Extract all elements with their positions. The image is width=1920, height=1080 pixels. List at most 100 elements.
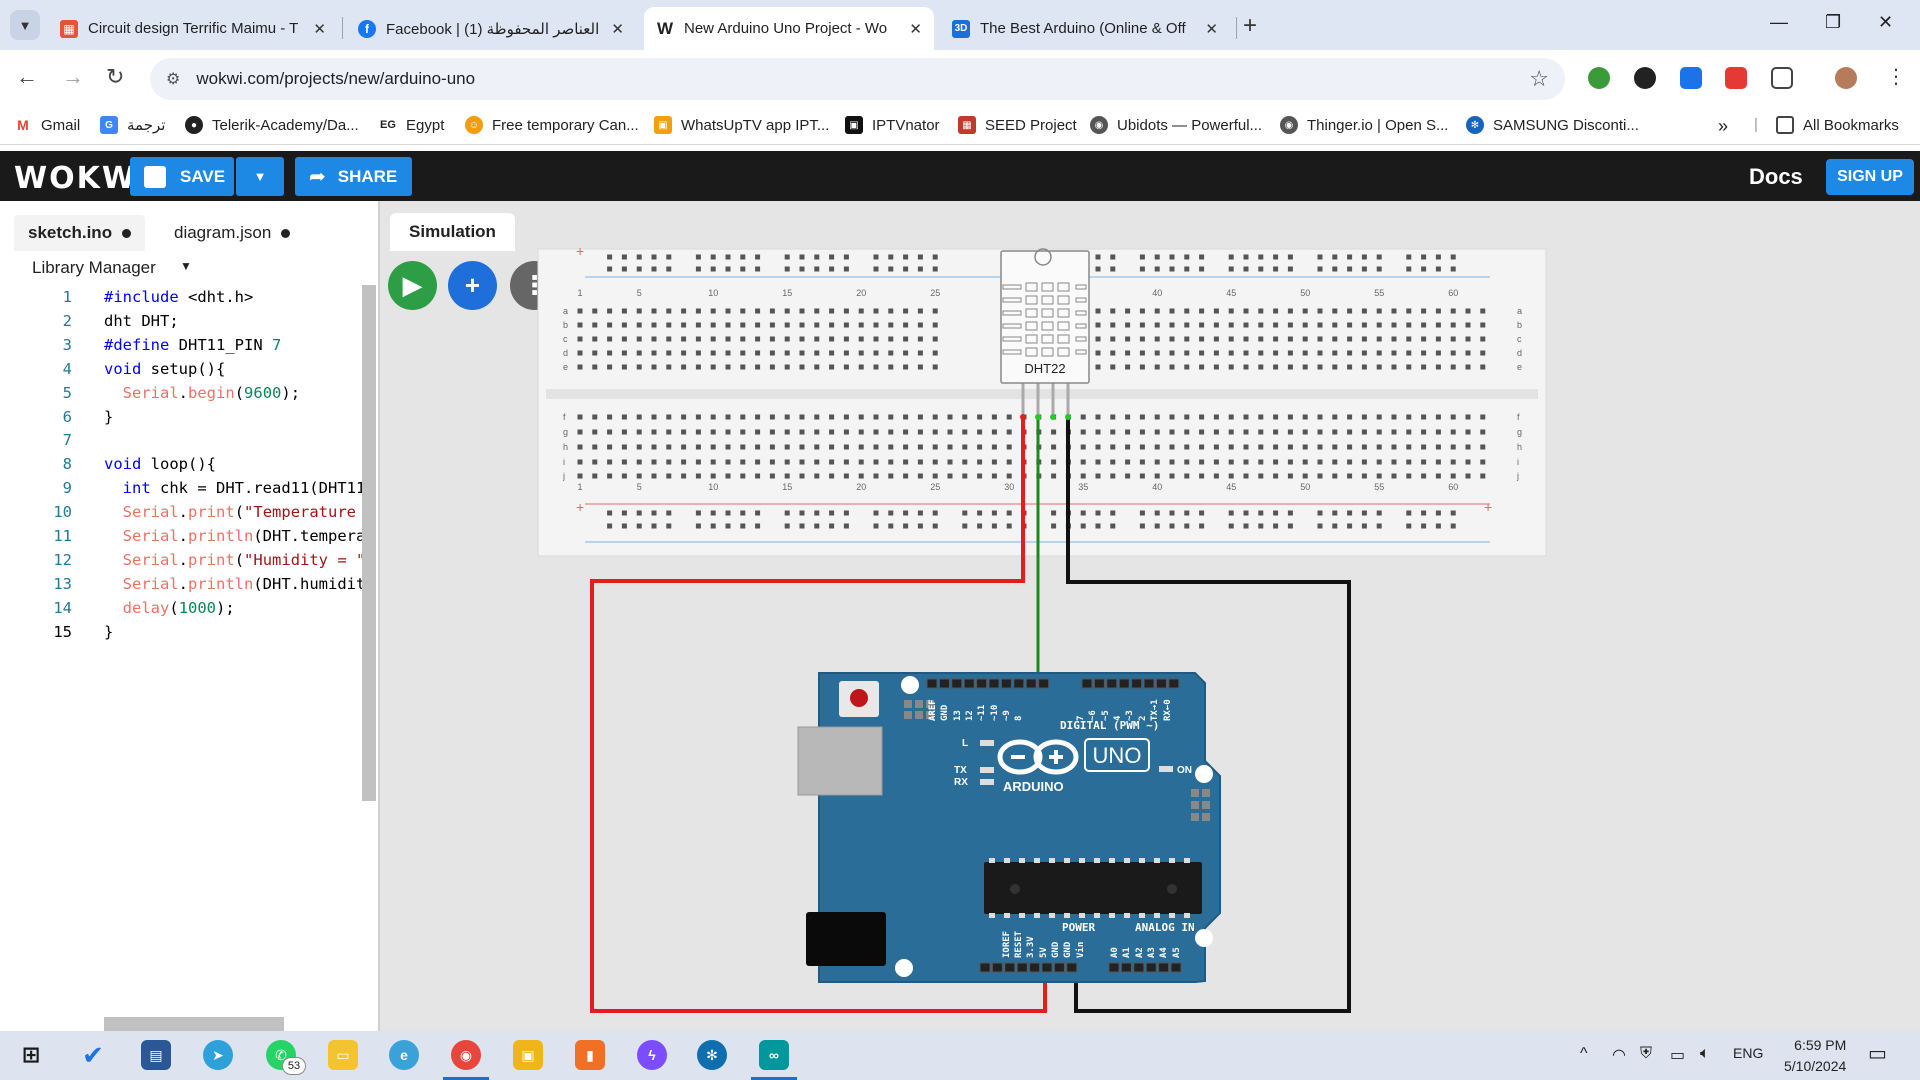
- tab-sketch-ino[interactable]: sketch.ino: [14, 215, 146, 251]
- bookmark-ubidots[interactable]: ◉ Ubidots — Powerful...: [1090, 116, 1262, 134]
- bookmark-iptvnator[interactable]: ▣ IPTVnator: [845, 116, 940, 134]
- code-line[interactable]: 5 Serial.begin(9600);: [0, 381, 378, 405]
- tab-diagram-json[interactable]: diagram.json: [160, 215, 304, 251]
- bookmark-star-icon[interactable]: ☆: [1529, 66, 1549, 92]
- code-line[interactable]: 14 delay(1000);: [0, 596, 378, 620]
- profile-avatar[interactable]: [1835, 67, 1857, 89]
- office-icon[interactable]: ▮: [575, 1040, 605, 1070]
- code-area[interactable]: 1 #include <dht.h> 2 dht DHT; 3 #define DHT11…: [0, 285, 378, 1031]
- caret-down-icon[interactable]: ▼: [180, 259, 192, 273]
- notifications-icon[interactable]: ▭: [1868, 1041, 1887, 1066]
- save-button[interactable]: SAVE: [130, 157, 234, 196]
- minimize-icon[interactable]: —: [1770, 12, 1788, 33]
- code-line[interactable]: 13 Serial.println(DHT.humidity: [0, 572, 378, 596]
- store-icon[interactable]: ▤: [141, 1040, 171, 1070]
- chrome-icon[interactable]: ◉: [451, 1040, 481, 1070]
- code-line[interactable]: 9 int chk = DHT.read11(DHT11_: [0, 476, 378, 500]
- bookmark-gmail[interactable]: M Gmail: [14, 116, 80, 134]
- breadboard-hole: [873, 322, 879, 328]
- breadboard-hole: [947, 444, 953, 450]
- edge-icon[interactable]: e: [389, 1040, 419, 1070]
- windows-start-icon[interactable]: ⊞: [16, 1040, 46, 1070]
- bookmark-seed[interactable]: ▦ SEED Project: [958, 116, 1077, 134]
- back-icon[interactable]: ←: [16, 64, 38, 90]
- browser-tab-facebook[interactable]: f Facebook | العناصر المحفوظة (1) ✕: [346, 7, 636, 50]
- extension-translate-icon[interactable]: [1680, 67, 1702, 89]
- extension-globe-icon[interactable]: [1588, 67, 1610, 89]
- bookmark-github[interactable]: ● Telerik-Academy/Da...: [185, 116, 359, 134]
- extensions-puzzle-icon[interactable]: [1771, 67, 1793, 89]
- docs-link[interactable]: Docs: [1749, 164, 1803, 190]
- code-line[interactable]: 4 void setup(){: [0, 357, 378, 381]
- clock[interactable]: 6:59 PM 5/10/2024: [1784, 1035, 1846, 1077]
- tray-chevron-icon[interactable]: ^: [1580, 1045, 1588, 1063]
- browser-tab-tinkercad[interactable]: ▦ Circuit design Terrific Maimu - T ✕: [48, 7, 338, 50]
- arduino-uno-board[interactable]: AREF GND 13 12 ~11 ~10 ~9 8 7 ~6 ~5 4 ~3 2 TX→1 RX←0 IO…: [797, 672, 1221, 983]
- reset-button[interactable]: [850, 689, 868, 707]
- circuit-canvas[interactable]: + + + 1155101015152020252530303535404045…: [380, 201, 1920, 1031]
- bookmark-thinger[interactable]: ◉ Thinger.io | Open S...: [1280, 116, 1448, 134]
- new-tab-button[interactable]: +: [1243, 12, 1257, 40]
- close-tab-icon[interactable]: ✕: [1205, 20, 1218, 38]
- close-tab-icon[interactable]: ✕: [909, 20, 922, 38]
- site-info-icon[interactable]: ⚙: [166, 69, 180, 89]
- code-line[interactable]: 6}: [0, 405, 378, 429]
- todo-check-icon[interactable]: ✔: [78, 1040, 108, 1070]
- extension-wordpress-icon[interactable]: [1634, 67, 1656, 89]
- tab-search-button[interactable]: ▼: [10, 10, 40, 40]
- file-explorer-icon[interactable]: ▭: [328, 1040, 358, 1070]
- address-bar[interactable]: ⚙ wokwi.com/projects/new/arduino-uno ☆: [150, 58, 1565, 100]
- rx-led: [980, 779, 994, 785]
- code-line[interactable]: 3 #define DHT11_PIN 7: [0, 333, 378, 357]
- code-line[interactable]: 11 Serial.println(DHT.temperat: [0, 524, 378, 548]
- icsp-pin: [915, 700, 923, 708]
- telegram-icon[interactable]: ➤: [203, 1040, 233, 1070]
- code-line[interactable]: 2 dht DHT;: [0, 309, 378, 333]
- wifi-icon[interactable]: ◠: [1612, 1045, 1626, 1065]
- bookmark-translate[interactable]: G ترجمة: [100, 116, 165, 134]
- settings-gear-icon[interactable]: ✻: [697, 1040, 727, 1070]
- browser-tab-wokwi[interactable]: W New Arduino Uno Project - Wo ✕: [644, 7, 934, 50]
- forward-icon[interactable]: →: [62, 64, 84, 90]
- horizontal-scrollbar[interactable]: [104, 1017, 284, 1031]
- vertical-scrollbar[interactable]: [362, 285, 376, 801]
- rail-hole: [1139, 266, 1145, 272]
- browser-tab-arduino-sim[interactable]: 3D The Best Arduino (Online & Off ✕: [940, 7, 1230, 50]
- code-line[interactable]: 10 Serial.print("Temperature =: [0, 500, 378, 524]
- browser-menu-icon[interactable]: ⋮: [1886, 64, 1906, 89]
- bookmark-whatsuptv[interactable]: ▣ WhatsUpTV app IPT...: [654, 116, 829, 134]
- restore-icon[interactable]: ❐: [1825, 12, 1841, 33]
- pin-label: ~11: [977, 705, 987, 721]
- rail-hole: [755, 510, 761, 516]
- breadboard-hole: [1273, 459, 1279, 465]
- breadboard-hole: [1213, 429, 1219, 435]
- close-window-icon[interactable]: ✕: [1878, 12, 1893, 33]
- bookmark-samsung[interactable]: ✻ SAMSUNG Disconti...: [1466, 116, 1639, 134]
- reload-icon[interactable]: ↻: [106, 64, 124, 90]
- library-manager[interactable]: Library Manager: [32, 258, 156, 278]
- save-options-button[interactable]: ▼: [236, 157, 284, 196]
- close-tab-icon[interactable]: ✕: [611, 20, 624, 38]
- messenger-icon[interactable]: ϟ: [637, 1040, 667, 1070]
- code-line[interactable]: 15}: [0, 620, 378, 644]
- close-tab-icon[interactable]: ✕: [313, 20, 326, 38]
- breadboard-hole: [1273, 308, 1279, 314]
- volume-icon[interactable]: 🔈︎: [1700, 1045, 1710, 1063]
- extension-media-icon[interactable]: [1725, 67, 1747, 89]
- share-button[interactable]: ➦ SHARE: [295, 157, 412, 196]
- battery-icon[interactable]: ▭: [1670, 1045, 1685, 1065]
- code-line[interactable]: 7: [0, 428, 378, 452]
- arduino-ide-icon[interactable]: ∞: [759, 1040, 789, 1070]
- bookmark-free-canva[interactable]: ☺ Free temporary Can...: [465, 116, 639, 134]
- app-icon[interactable]: ▣: [513, 1040, 543, 1070]
- code-line[interactable]: 12 Serial.print("Humidity = "): [0, 548, 378, 572]
- bookmark-egypt[interactable]: EG Egypt: [379, 116, 444, 134]
- code-line[interactable]: 8 void loop(){: [0, 452, 378, 476]
- language-indicator[interactable]: ENG: [1733, 1045, 1763, 1061]
- breadboard-hole: [621, 473, 627, 479]
- bookmarks-overflow-icon[interactable]: »: [1718, 116, 1728, 137]
- signup-button[interactable]: SIGN UP: [1826, 159, 1914, 195]
- shield-icon[interactable]: ⛨: [1640, 1045, 1652, 1063]
- all-bookmarks[interactable]: All Bookmarks: [1776, 116, 1899, 134]
- code-line[interactable]: 1 #include <dht.h>: [0, 285, 378, 309]
